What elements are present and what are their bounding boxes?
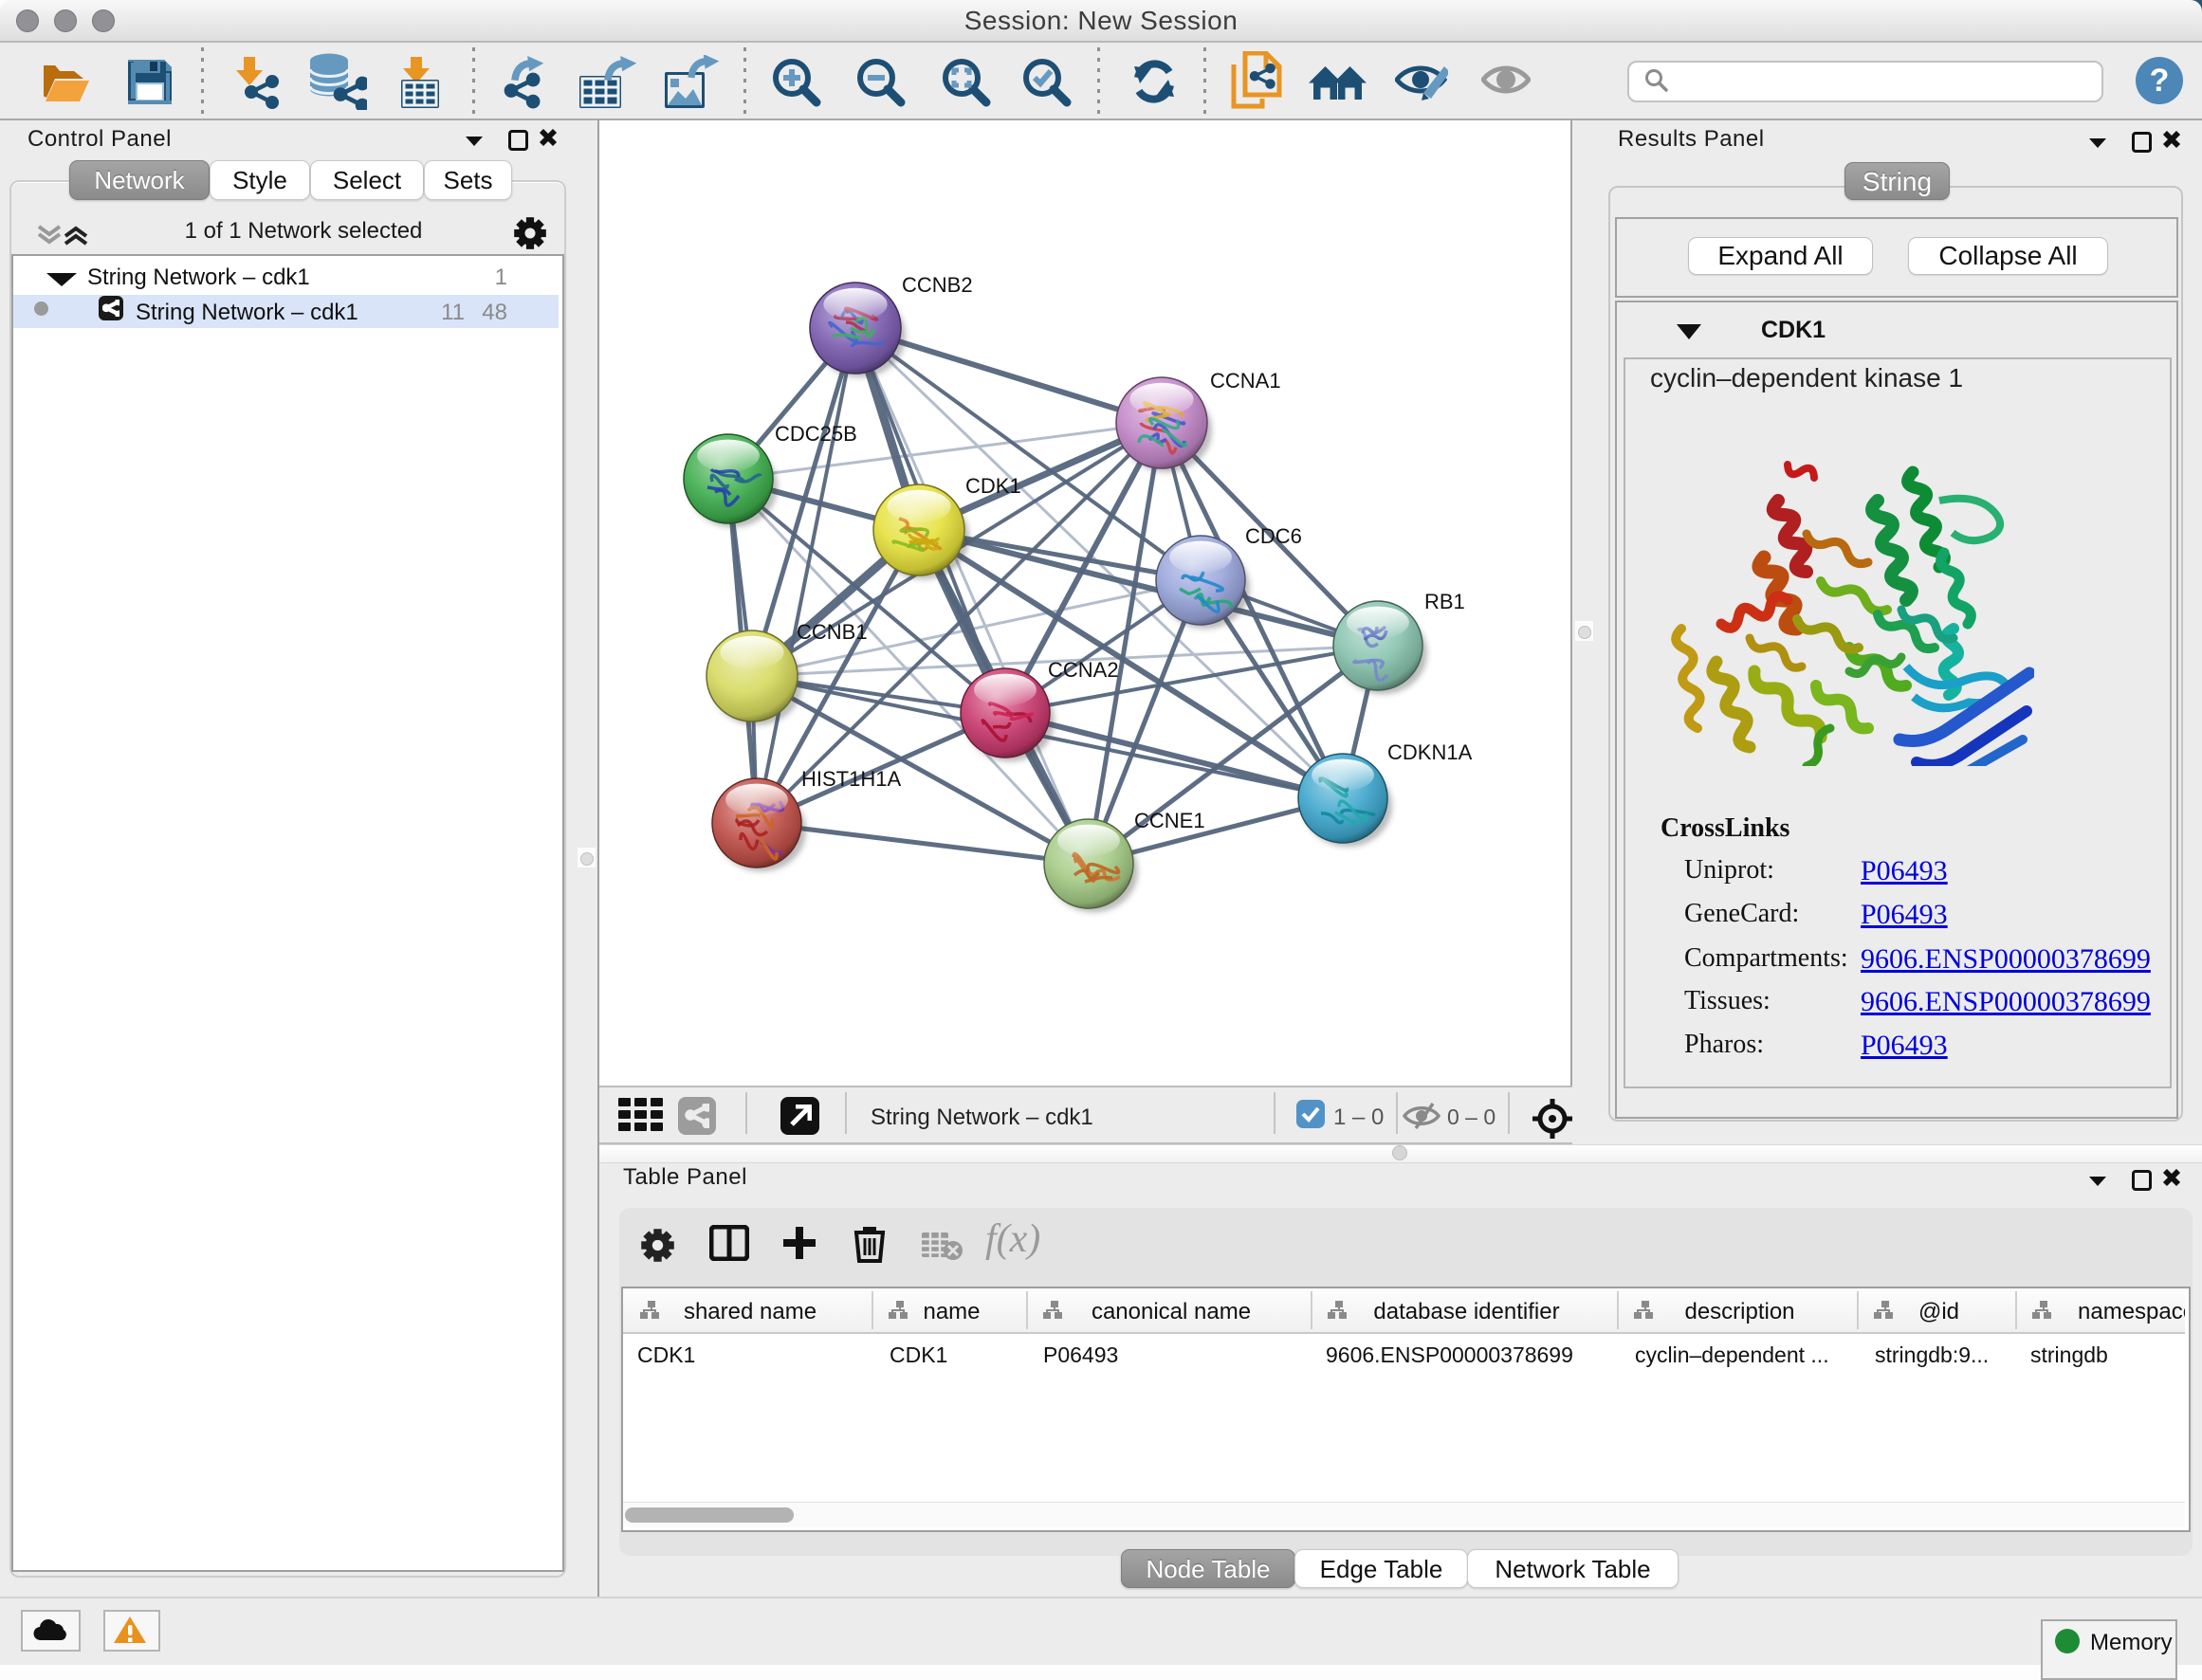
svg-text:CCNB1: CCNB1 — [797, 620, 868, 644]
svg-text:CCNA1: CCNA1 — [1210, 369, 1281, 393]
svg-text:CDC25B: CDC25B — [775, 422, 857, 446]
svg-text:CDC6: CDC6 — [1245, 524, 1302, 548]
svg-text:RB1: RB1 — [1424, 590, 1465, 613]
svg-text:CDKN1A: CDKN1A — [1387, 740, 1473, 764]
svg-text:CCNB2: CCNB2 — [902, 273, 973, 297]
svg-text:CCNA2: CCNA2 — [1048, 658, 1119, 682]
svg-text:HIST1H1A: HIST1H1A — [801, 767, 901, 791]
svg-text:CDK1: CDK1 — [965, 474, 1021, 498]
svg-text:CCNE1: CCNE1 — [1134, 809, 1205, 832]
